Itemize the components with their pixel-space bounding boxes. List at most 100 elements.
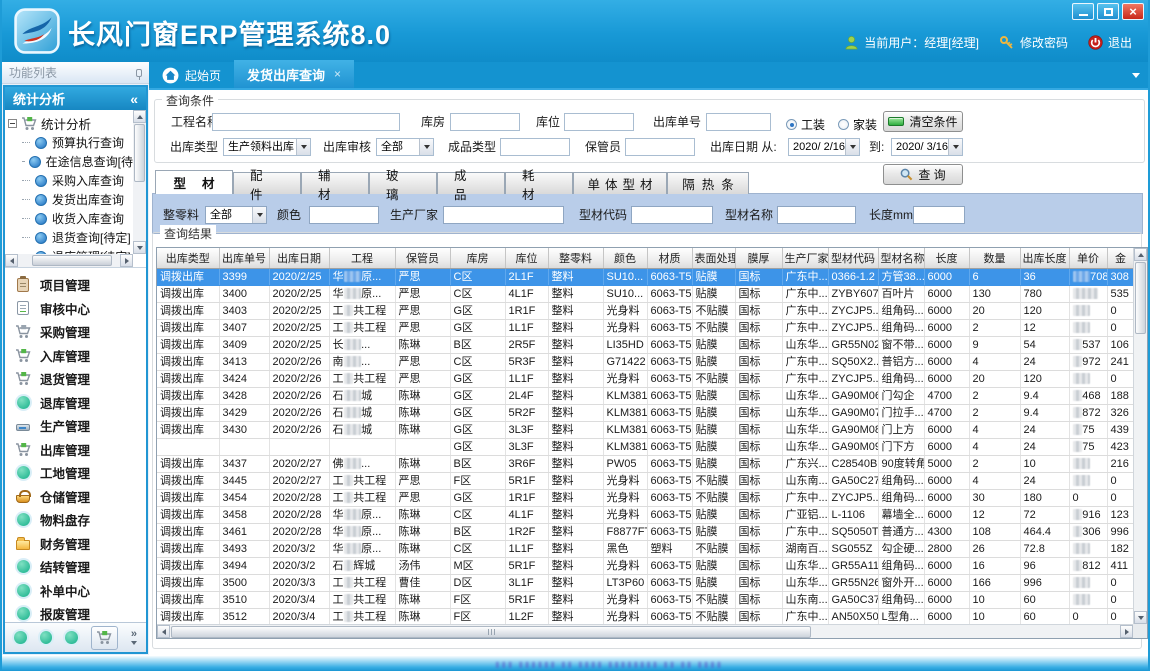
table-row[interactable]: G区3L3F整料KLM38176063-T5贴膜国标山东华...GA90M09.…	[157, 438, 1134, 455]
outbound-type-select[interactable]: 生产领料出库	[223, 138, 311, 156]
sidebar-item-cart-return[interactable]: 退货管理	[5, 367, 146, 391]
table-row[interactable]: 调拨出库34612020/2/28华██原...陈琳B区1R2F整料F8877F…	[157, 523, 1134, 540]
table-row[interactable]: 调拨出库34072020/2/25工█共工程严思G区1L1F整料光身料6063-…	[157, 319, 1134, 336]
column-header[interactable]: 金	[1107, 248, 1134, 268]
sidebar-item-dot[interactable]: 补单中心	[5, 579, 146, 603]
material-tab[interactable]: 耗材	[505, 172, 573, 194]
whole-part-select[interactable]: 全部	[205, 206, 267, 224]
horizontal-scrollbar[interactable]	[157, 624, 1133, 638]
column-header[interactable]: 数量	[969, 248, 1020, 268]
date-from-picker[interactable]: 2020/ 2/16	[788, 138, 860, 156]
sidebar-item-dot[interactable]: 工地管理	[5, 461, 146, 485]
column-header[interactable]: 材质	[647, 248, 692, 268]
logout-button[interactable]: 退出	[1088, 34, 1132, 51]
sidebar-item-dot[interactable]: 结转管理	[5, 555, 146, 579]
column-header[interactable]: 膜厚	[735, 248, 782, 268]
tree-item[interactable]: 退库管理[待定]	[8, 247, 133, 254]
column-header[interactable]: 生产厂家	[782, 248, 828, 268]
sidebar-item-dot[interactable]: 退库管理	[5, 391, 146, 415]
horizontal-scroll-thumb[interactable]	[171, 626, 811, 638]
scroll-right-arrow-icon[interactable]	[1120, 625, 1133, 638]
sidebar-item-dot[interactable]: 物料盘存	[5, 508, 146, 532]
collapse-panel-button[interactable]: «	[130, 91, 138, 107]
tree-item[interactable]: 发货出库查询	[8, 190, 133, 209]
table-row[interactable]: 调拨出库34302020/2/26石██城陈琳G区3L3F整料KLM381760…	[157, 421, 1134, 438]
sidebar-item-dot[interactable]: 报废管理	[5, 602, 146, 622]
keeper-input[interactable]	[625, 138, 695, 156]
profile-name-input[interactable]	[777, 206, 856, 224]
radio-jiazhuang[interactable]: 家装	[838, 116, 877, 133]
column-header[interactable]: 库位	[505, 248, 548, 268]
table-row[interactable]: 调拨出库34542020/2/28工█共工程严思G区1R1F整料光身料6063-…	[157, 489, 1134, 506]
material-tab[interactable]: 成品	[437, 172, 505, 194]
scroll-up-arrow-icon[interactable]	[1134, 248, 1147, 261]
radio-gongzhuang[interactable]: 工装	[786, 116, 825, 133]
scroll-right-arrow-icon[interactable]	[120, 254, 133, 267]
table-row[interactable]: 调拨出库35102020/3/4工█共工程陈琳F区5R1F整料光身料6063-T…	[157, 591, 1134, 608]
table-row[interactable]: 调拨出库34282020/2/26石██城陈琳G区2L4F整料KLM381760…	[157, 387, 1134, 404]
tab-list-dropdown-icon[interactable]	[1132, 73, 1140, 78]
table-row[interactable]: 调拨出库34092020/2/25长██...陈琳B区2R5F整料LI35HD6…	[157, 336, 1134, 353]
column-header[interactable]: 整零料	[548, 248, 603, 268]
table-row[interactable]: 调拨出库35002020/3/3工█共工程曹佳D区3L1F整料LT3P60606…	[157, 574, 1134, 591]
column-header[interactable]: 颜色	[603, 248, 647, 268]
tree-expander-icon[interactable]	[8, 119, 17, 128]
column-header[interactable]: 型材名称	[878, 248, 924, 268]
order-no-input[interactable]	[706, 113, 771, 131]
scroll-left-arrow-icon[interactable]	[157, 625, 170, 638]
location-input[interactable]	[564, 113, 634, 131]
table-row[interactable]: 调拨出库34582020/2/28华██原...陈琳C区4L1F整料光身料606…	[157, 506, 1134, 523]
length-input[interactable]	[913, 206, 965, 224]
tree-root-node[interactable]: 统计分析	[8, 113, 133, 133]
column-header[interactable]: 库房	[450, 248, 505, 268]
tree-horizontal-scrollbar[interactable]	[5, 254, 133, 267]
scroll-left-arrow-icon[interactable]	[5, 254, 18, 267]
product-type-input[interactable]	[500, 138, 570, 156]
sidebar-item-folder[interactable]: 财务管理	[5, 532, 146, 556]
warehouse-input[interactable]	[450, 113, 520, 131]
column-header[interactable]: 单价	[1069, 248, 1107, 268]
profile-code-input[interactable]	[631, 206, 713, 224]
table-row[interactable]: 调拨出库33992020/2/25华██原...严思C区2L1F整料SU10..…	[157, 268, 1134, 285]
sidebar-item-basket[interactable]: 仓储管理	[5, 485, 146, 509]
table-row[interactable]: 调拨出库34292020/2/26石██城陈琳G区5R2F整料KLM381760…	[157, 404, 1134, 421]
tree-item[interactable]: 预算执行查询	[8, 133, 133, 152]
tree-scroll-thumb[interactable]	[134, 124, 145, 182]
column-header[interactable]: 出库类型	[157, 248, 219, 268]
table-row[interactable]: 调拨出库34002020/2/25华██原...严思C区4L1F整料SU10..…	[157, 285, 1134, 302]
column-header[interactable]: 出库单号	[219, 248, 269, 268]
tree-item[interactable]: 退货查询[待定]	[8, 228, 133, 247]
scroll-down-arrow-icon[interactable]	[1134, 611, 1147, 624]
toolbar-dot-icon[interactable]	[65, 631, 78, 644]
tab-close-icon[interactable]: ×	[334, 67, 341, 81]
tab-home[interactable]: 起始页	[149, 62, 234, 88]
tab-shipment-outbound-query[interactable]: 发货出库查询 ×	[234, 60, 354, 88]
table-row[interactable]: 调拨出库35122020/3/4工█共工程陈琳F区1L2F整料光身料6063-T…	[157, 608, 1134, 624]
tree-vertical-scrollbar[interactable]	[133, 110, 146, 254]
clear-conditions-button[interactable]: 清空条件	[883, 111, 963, 132]
toolbar-cart-button[interactable]	[91, 626, 118, 650]
color-input[interactable]	[309, 206, 379, 224]
column-header[interactable]: 保管员	[395, 248, 450, 268]
pin-icon[interactable]	[136, 69, 142, 77]
sidebar-item-cart-out[interactable]: 出库管理	[5, 438, 146, 462]
sidebar-item-cart-in[interactable]: 入库管理	[5, 344, 146, 368]
scroll-up-arrow-icon[interactable]	[133, 110, 146, 123]
material-tab[interactable]: 型材	[155, 170, 233, 194]
material-tab[interactable]: 单体型材	[573, 172, 667, 194]
column-header[interactable]: 型材代码	[828, 248, 878, 268]
sidebar-item-clipboard[interactable]: 项目管理	[5, 273, 146, 297]
maximize-button[interactable]	[1097, 3, 1119, 20]
project-name-input[interactable]	[212, 113, 400, 131]
audit-select[interactable]: 全部	[376, 138, 434, 156]
date-to-picker[interactable]: 2020/ 3/16	[891, 138, 963, 156]
change-password-button[interactable]: 修改密码	[999, 34, 1068, 51]
column-header[interactable]: 出库长度	[1020, 248, 1069, 268]
tree-hscroll-thumb[interactable]	[32, 255, 112, 266]
more-buttons-chevron[interactable]: »	[131, 630, 137, 645]
material-tab[interactable]: 辅材	[301, 172, 369, 194]
material-tab[interactable]: 玻璃	[369, 172, 437, 194]
sidebar-item-note[interactable]: 审核中心	[5, 297, 146, 321]
tree-item[interactable]: 收货入库查询	[8, 209, 133, 228]
vertical-scroll-thumb[interactable]	[1135, 262, 1146, 334]
